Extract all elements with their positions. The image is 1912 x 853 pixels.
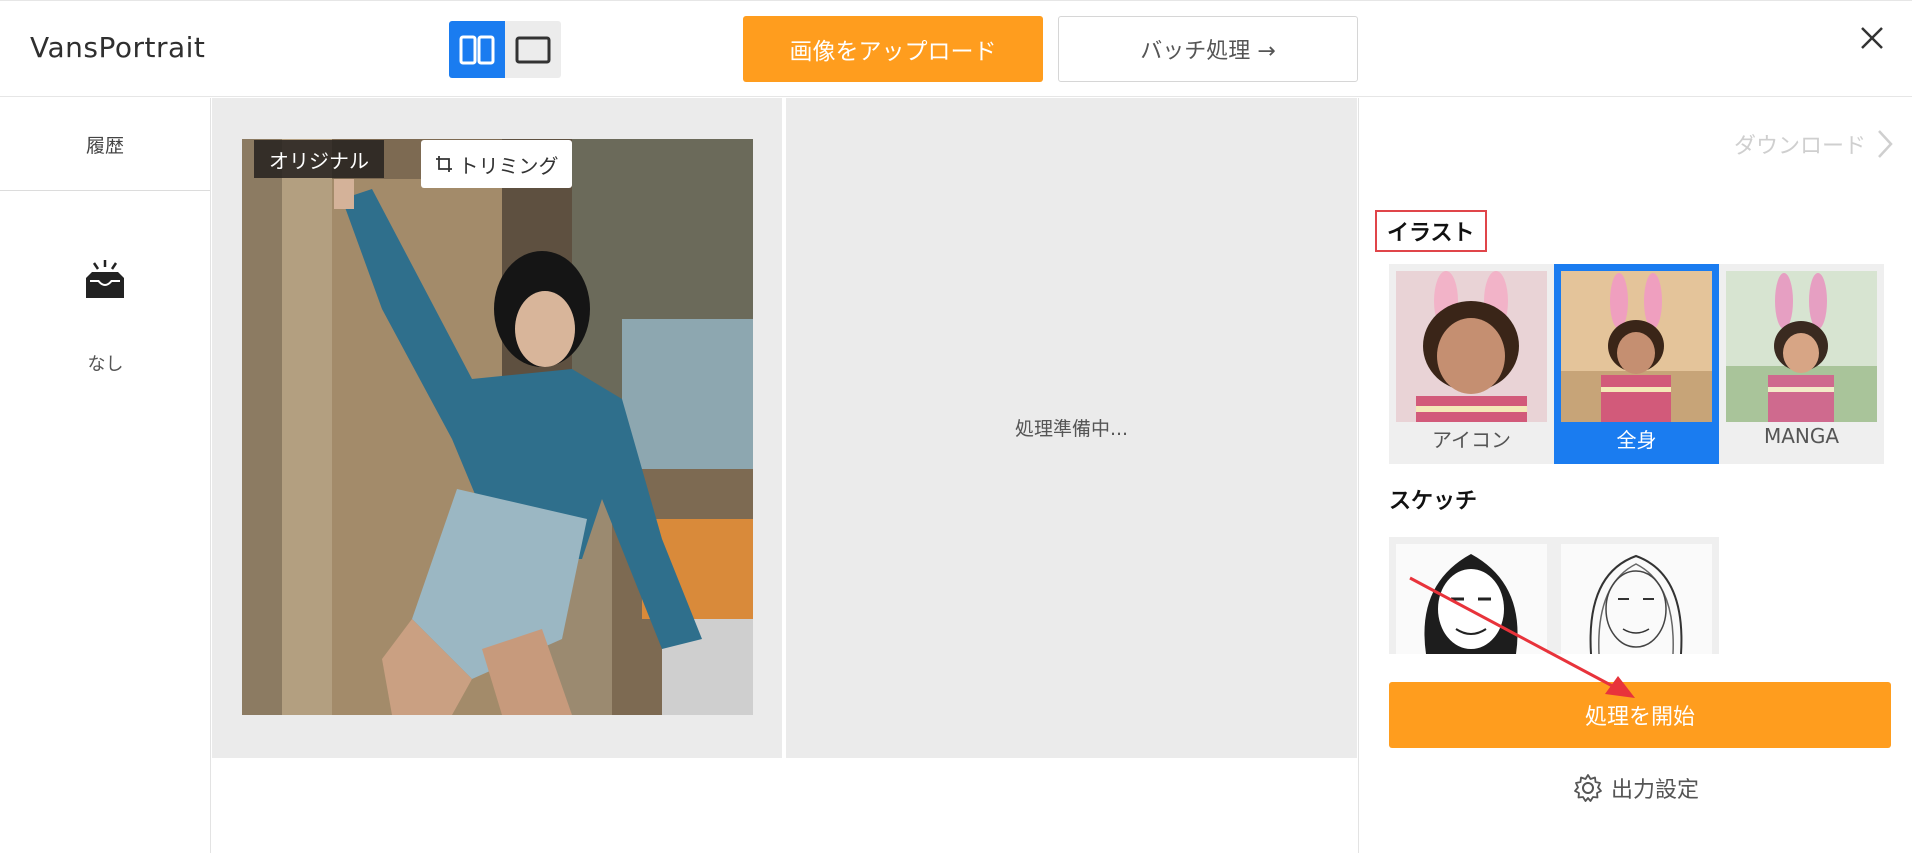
output-settings-button[interactable]: 出力設定 <box>1573 772 1699 804</box>
sketch-thumbnail <box>1396 544 1547 654</box>
style-thumbnail <box>1561 271 1712 422</box>
illust-style-list: アイコン 全身 MANGA <box>1389 264 1884 464</box>
sketch-section-title: スケッチ <box>1389 489 1478 514</box>
trim-label: トリミング <box>458 153 559 178</box>
sketch-card-2[interactable] <box>1554 537 1719 654</box>
upload-image-button[interactable]: 画像をアップロード <box>743 16 1043 82</box>
app-logo: VansPortrait <box>30 31 206 64</box>
sketch-thumbnail <box>1561 544 1712 654</box>
close-icon[interactable] <box>1855 21 1889 55</box>
preview-area: オリジナル トリミング 処理準備中... <box>212 98 1357 758</box>
style-card-manga[interactable]: MANGA <box>1719 264 1884 464</box>
top-bar: VansPortrait 画像をアップロード バッチ処理 → <box>0 0 1912 97</box>
sketch-card-1[interactable] <box>1389 537 1554 654</box>
style-card-icon[interactable]: アイコン <box>1389 264 1554 464</box>
style-label: アイコン <box>1432 428 1511 452</box>
style-card-full-body[interactable]: 全身 <box>1554 264 1719 464</box>
history-sidebar: 履歴 なし <box>0 98 211 853</box>
single-view-button[interactable] <box>505 21 561 78</box>
style-label: 全身 <box>1616 428 1657 452</box>
split-view-icon <box>459 35 495 64</box>
single-view-icon <box>515 36 551 63</box>
processing-status: 処理準備中... <box>1014 418 1129 440</box>
sketch-style-list <box>1389 537 1719 654</box>
download-button[interactable]: ダウンロード <box>1734 128 1894 160</box>
style-thumbnail <box>1396 271 1547 422</box>
trim-button[interactable]: トリミング <box>421 140 572 188</box>
empty-inbox-icon <box>86 260 124 298</box>
original-label: オリジナル <box>254 140 384 178</box>
chevron-right-icon <box>1878 130 1893 158</box>
style-label: MANGA <box>1763 424 1840 448</box>
settings-label: 出力設定 <box>1611 778 1700 803</box>
empty-history-text: なし <box>87 354 124 375</box>
batch-process-button[interactable]: バッチ処理 → <box>1058 16 1358 82</box>
history-title: 履歴 <box>0 98 210 191</box>
crop-icon <box>435 156 452 172</box>
bottom-blank <box>212 758 1357 853</box>
original-photo <box>242 139 753 715</box>
start-processing-button[interactable]: 処理を開始 <box>1389 682 1891 748</box>
style-thumbnail <box>1726 271 1877 422</box>
split-view-button[interactable] <box>449 21 505 78</box>
illust-section-title: イラスト <box>1375 210 1487 252</box>
download-label: ダウンロード <box>1733 134 1866 159</box>
style-panel: ダウンロード イラスト アイコン 全身 MANGA スケッチ 処理を開始 出力設… <box>1358 98 1912 853</box>
view-mode-toggle <box>449 21 561 78</box>
gear-icon <box>1574 774 1602 802</box>
